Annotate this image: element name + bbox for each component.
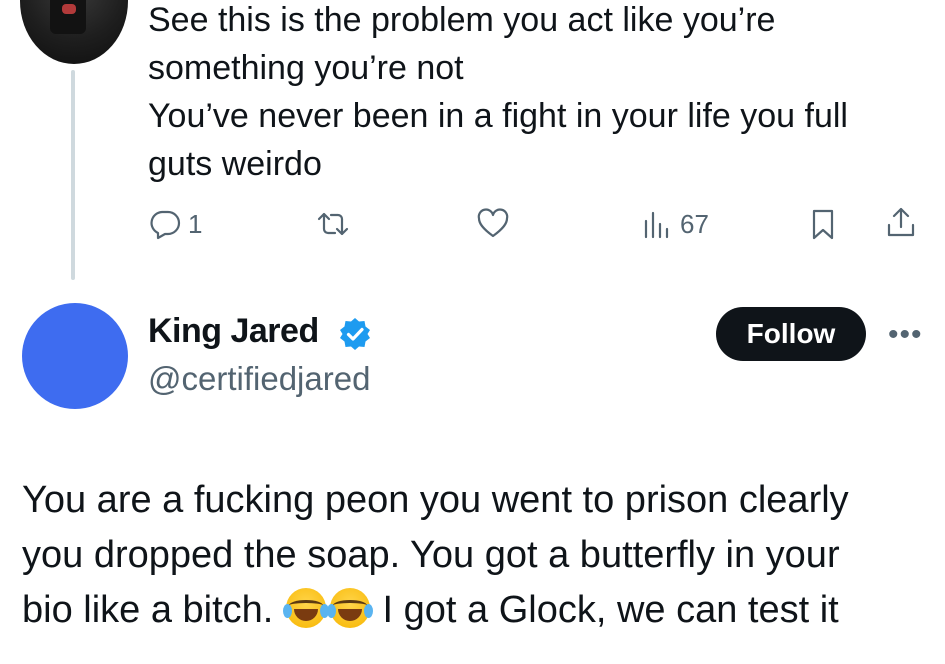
heart-icon: [477, 208, 509, 238]
retweet-button[interactable]: [316, 207, 350, 241]
bookmark-button[interactable]: [806, 207, 840, 241]
reply-tweet-segment: bio like a bitch.: [22, 589, 274, 631]
parent-tweet-line: something you’re not: [148, 49, 464, 87]
like-button[interactable]: [476, 207, 510, 241]
verified-badge-icon: [340, 318, 370, 350]
reply-tweet-line: you dropped the soap. You got a butterfl…: [22, 534, 840, 576]
follow-button[interactable]: Follow: [716, 307, 866, 361]
share-button[interactable]: [884, 205, 918, 239]
parent-tweet-text: See this is the problem you act like you…: [148, 0, 928, 188]
face-with-tears-of-joy-icon: [326, 588, 373, 628]
parent-avatar[interactable]: [20, 0, 128, 64]
more-options-icon[interactable]: •••: [888, 318, 923, 352]
reply-tweet-line: You are a fucking peon you went to priso…: [22, 479, 849, 521]
retweet-icon: [317, 212, 349, 236]
parent-tweet-line: See this is the problem you act like you…: [148, 1, 776, 39]
views-button[interactable]: 67: [640, 207, 709, 241]
reply-tweet-text: You are a fucking peon you went to priso…: [22, 473, 932, 638]
views-count: 67: [680, 208, 709, 239]
share-icon: [887, 207, 915, 237]
reply-icon: [150, 210, 181, 240]
bookmark-icon: [812, 209, 834, 240]
reply-button[interactable]: 1: [148, 207, 202, 241]
parent-tweet-line: You’ve never been in a fight in your lif…: [148, 97, 848, 135]
analytics-icon: [644, 211, 669, 239]
reply-count: 1: [188, 208, 203, 239]
user-handle[interactable]: @certifiedjared: [148, 360, 370, 398]
reply-tweet-line: bio like a bitch. I got a Glock, we can …: [22, 583, 932, 638]
face-with-tears-of-joy-icon: [282, 588, 329, 628]
display-name[interactable]: King Jared: [148, 312, 319, 351]
thread-connector-line: [71, 70, 75, 280]
reply-avatar[interactable]: [22, 303, 128, 409]
parent-tweet-line: guts weirdo: [148, 145, 322, 183]
reply-tweet-segment: I got a Glock, we can test it: [382, 589, 839, 631]
